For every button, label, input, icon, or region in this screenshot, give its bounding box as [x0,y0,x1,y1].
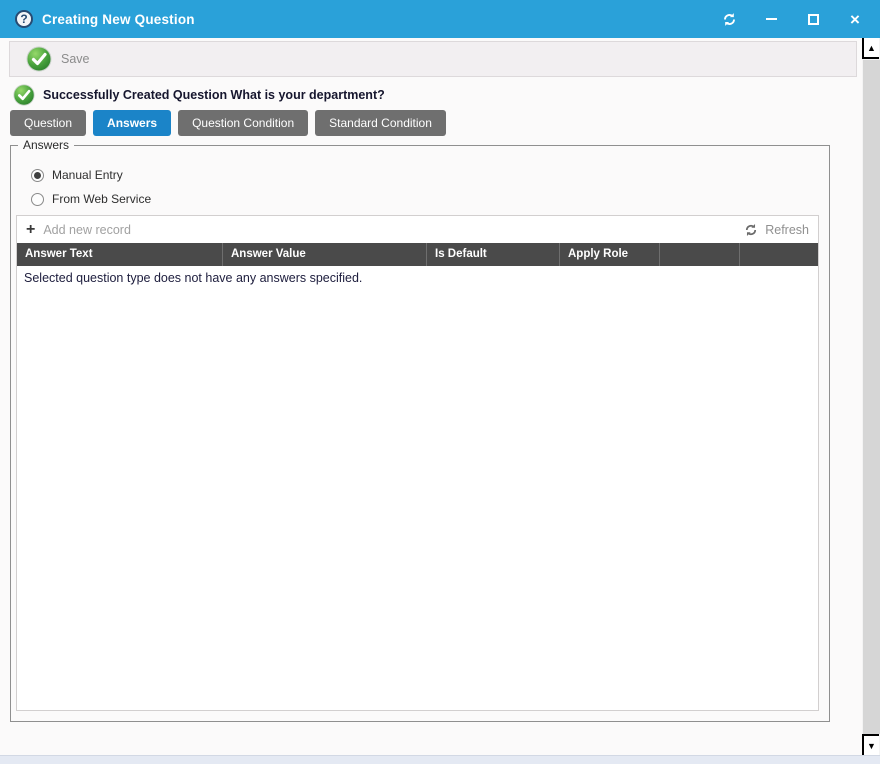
status-message-row: Successfully Created Question What is yo… [13,84,385,106]
tab-standard-condition[interactable]: Standard Condition [315,110,446,136]
close-button[interactable]: × [844,8,866,30]
maximize-square-icon [808,14,819,25]
column-header-is-default[interactable]: Is Default [427,243,560,266]
creating-new-question-dialog: ? Creating New Question [0,0,880,764]
answers-groupbox: Answers Manual Entry From Web Service + … [10,145,830,722]
radio-from-web-service[interactable]: From Web Service [31,192,151,206]
column-header-answer-text[interactable]: Answer Text [17,243,223,266]
save-check-icon [26,46,52,72]
grid-toolbar: + Add new record Refresh [17,216,818,243]
window-title: Creating New Question [42,12,195,27]
add-new-record-label: Add new record [43,223,131,237]
grid-refresh-label: Refresh [765,223,809,237]
titlebar: ? Creating New Question [0,0,880,38]
status-message: Successfully Created Question What is yo… [43,88,385,102]
grid-body: Selected question type does not have any… [17,266,818,710]
tab-strip: Question Answers Question Condition Stan… [10,110,446,136]
main-toolbar: Save [9,41,857,77]
radio-unselected-icon [31,193,44,206]
plus-icon: + [26,222,35,238]
tab-question-condition[interactable]: Question Condition [178,110,308,136]
answer-source-radios: Manual Entry From Web Service [31,168,151,206]
radio-from-web-service-label: From Web Service [52,192,151,206]
close-x-icon: × [850,11,860,28]
answers-grid: + Add new record Refresh [16,215,819,711]
column-header-answer-value[interactable]: Answer Value [223,243,427,266]
triangle-up-icon: ▲ [867,43,876,53]
column-header-empty-2 [740,243,818,266]
radio-manual-entry-label: Manual Entry [52,168,123,182]
minimize-dash-icon [766,18,777,20]
help-glyph: ? [20,12,27,26]
grid-refresh-button[interactable]: Refresh [744,223,809,237]
scroll-down-button[interactable]: ▼ [862,734,879,755]
titlebar-refresh-button[interactable] [718,8,740,30]
triangle-down-icon: ▼ [867,741,876,751]
window-controls: × [718,8,866,30]
refresh-arrows-icon [744,223,758,237]
tab-question[interactable]: Question [10,110,86,136]
tab-answers[interactable]: Answers [93,110,171,136]
window-bottom-edge [0,755,880,764]
column-header-empty-1 [660,243,740,266]
save-label: Save [61,52,90,66]
radio-selected-icon [31,169,44,182]
success-check-icon [13,84,35,106]
grid-header-row: Answer Text Answer Value Is Default Appl… [17,243,818,266]
grid-empty-message: Selected question type does not have any… [17,266,818,290]
add-new-record-button[interactable]: + Add new record [26,222,131,238]
radio-manual-entry[interactable]: Manual Entry [31,168,151,182]
maximize-button[interactable] [802,8,824,30]
minimize-button[interactable] [760,8,782,30]
scrollbar-track[interactable] [863,60,880,734]
answers-groupbox-legend: Answers [18,138,74,152]
column-header-apply-role[interactable]: Apply Role [560,243,660,266]
vertical-scrollbar[interactable]: ▲ ▼ [862,38,880,755]
refresh-arrows-icon [722,12,737,27]
help-icon[interactable]: ? [15,10,33,28]
save-button[interactable]: Save [18,44,98,74]
scroll-up-button[interactable]: ▲ [862,38,879,59]
